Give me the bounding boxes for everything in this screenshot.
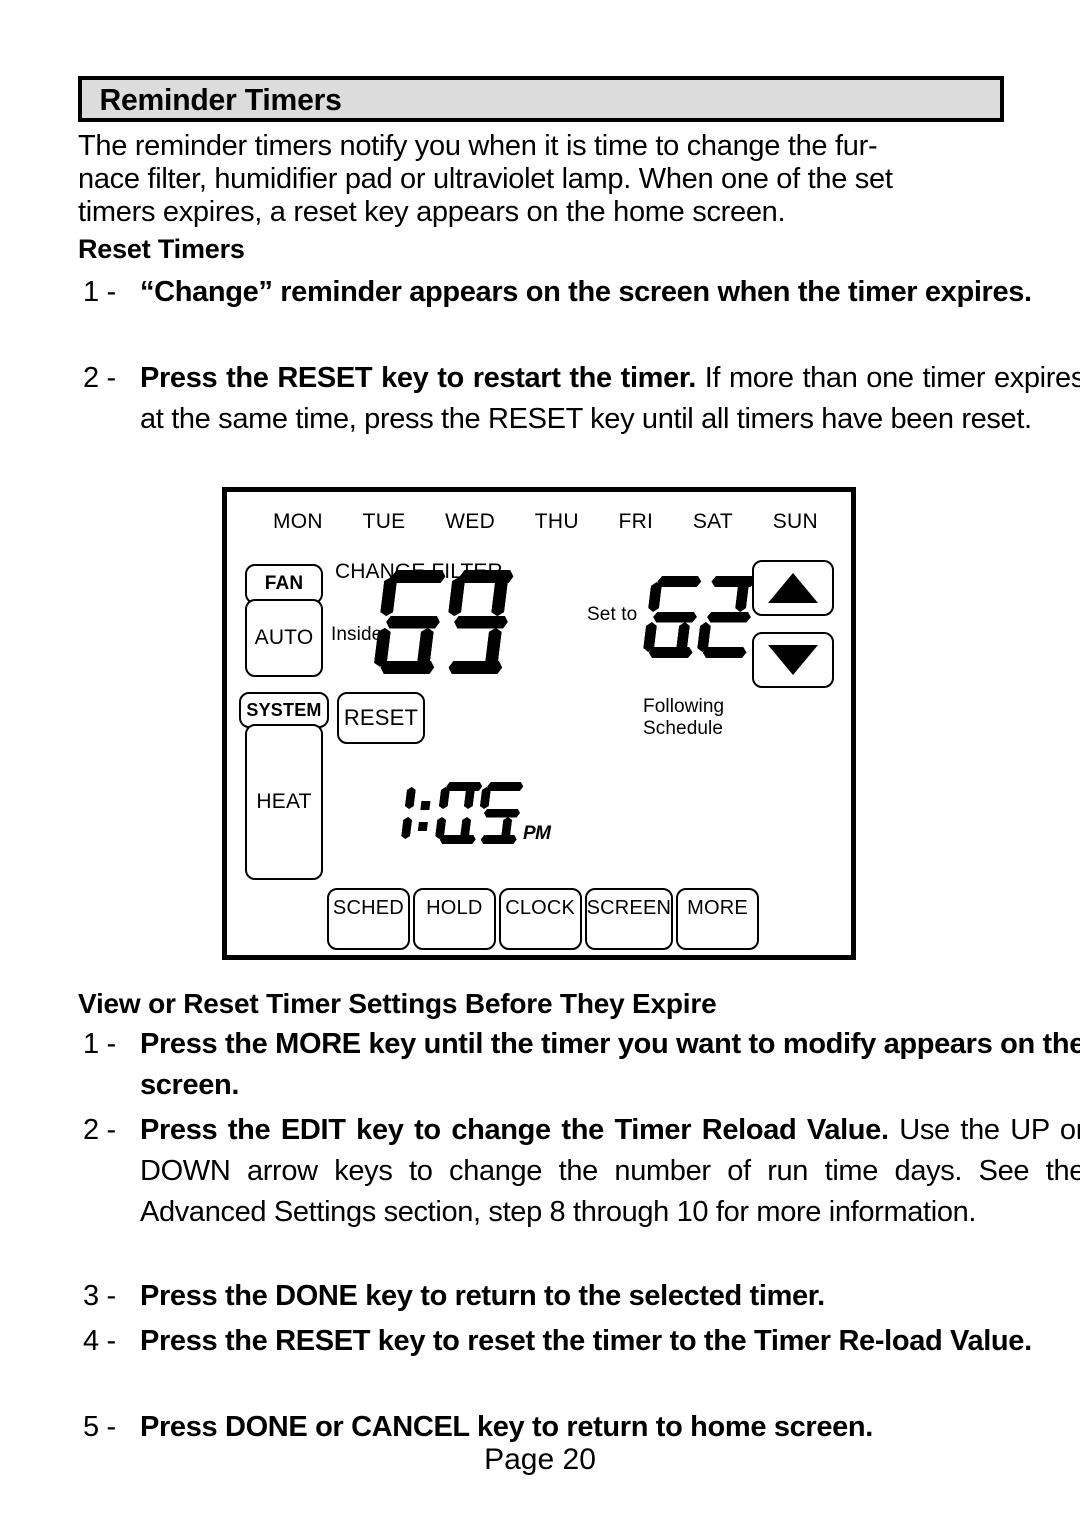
sched-button[interactable]: SCHED	[327, 888, 410, 950]
intro-paragraph: The reminder timers notify you when it i…	[78, 130, 1008, 229]
hold-button[interactable]: HOLD	[412, 888, 496, 950]
intro-line: nace filter, humidifier pad or ultraviol…	[78, 163, 893, 195]
more-button[interactable]: MORE	[676, 888, 759, 950]
list-item: 2 - Press the RESET key to restart the t…	[78, 358, 1080, 440]
list-item-text: Press the RESET key to restart the timer…	[140, 362, 696, 394]
list-item: 1 - Press the MORE key until the timer y…	[78, 1024, 1080, 1106]
list-item-number: 3 -	[83, 1280, 116, 1312]
fan-button[interactable]: FAN	[245, 564, 323, 604]
list-item-text: Press the MORE key until the timer you w…	[140, 1028, 1080, 1101]
list-item-text: Press the RESET key to reset the timer t…	[140, 1325, 1032, 1357]
list-item-number: 2 -	[83, 1114, 116, 1146]
day-label-sat: SAT	[692, 510, 734, 533]
down-arrow-icon	[768, 645, 818, 675]
set-to-label: Set to	[587, 604, 638, 625]
day-label-tue: TUE	[362, 510, 406, 533]
list-item: 1 - “Change” reminder appears on the scr…	[78, 272, 1032, 313]
day-label-mon: MON	[273, 510, 323, 533]
schedule-status-line2: Schedule	[643, 718, 724, 739]
up-arrow-button[interactable]	[752, 560, 834, 616]
day-label-sun: SUN	[772, 510, 818, 533]
up-arrow-icon	[768, 573, 818, 603]
list-item: 2 - Press the EDIT key to change the Tim…	[78, 1110, 1080, 1233]
thermostat-illustration: MON TUE WED THU FRI SAT SUN FAN AUTO SYS…	[222, 487, 856, 960]
subheading-view-reset: View or Reset Timer Settings Before They…	[78, 988, 717, 1019]
list-item-number: 4 -	[83, 1325, 116, 1357]
list-item-text: Press DONE or CANCEL key to return to ho…	[140, 1411, 873, 1443]
system-mode-display: HEAT	[245, 724, 323, 880]
inside-temperature-display	[379, 570, 515, 674]
clock-button[interactable]: CLOCK	[498, 888, 582, 950]
list-item-text: Press the DONE key to return to the sele…	[140, 1280, 825, 1312]
day-of-week-row: MON TUE WED THU FRI SAT SUN	[273, 510, 818, 534]
page-number: Page 20	[484, 1443, 596, 1476]
meridiem-label: PM	[523, 823, 551, 844]
list-item: 5 - Press DONE or CANCEL key to return t…	[78, 1407, 1013, 1448]
setpoint-temperature-display	[647, 576, 755, 658]
day-label-thu: THU	[534, 510, 579, 533]
intro-line: The reminder timers notify you when it i…	[78, 130, 878, 162]
seven-segment-digit	[696, 576, 750, 658]
subheading-reset-timers: Reset Timers	[78, 234, 245, 264]
seven-segment-digit	[373, 570, 442, 674]
bottom-key-row: SCHED HOLD CLOCK SCREEN MORE	[327, 888, 759, 950]
seven-segment-digit	[434, 782, 476, 844]
seven-segment-digit	[441, 570, 510, 674]
inside-label: Inside	[331, 624, 383, 645]
seven-segment-digit	[475, 782, 517, 844]
list-item: 4 - Press the RESET key to reset the tim…	[78, 1321, 1032, 1362]
day-label-fri: FRI	[618, 510, 654, 533]
list-item-number: 5 -	[83, 1411, 116, 1443]
screen-button[interactable]: SCREEN	[584, 888, 674, 950]
list-item-text: “Change” reminder appears on the screen …	[140, 276, 1032, 308]
schedule-status: Following Schedule	[643, 696, 724, 740]
seven-segment-digit	[375, 782, 417, 844]
fan-mode-display: AUTO	[245, 599, 323, 677]
document-page: Reminder Timers The reminder timers noti…	[0, 0, 1080, 1524]
system-button[interactable]: SYSTEM	[239, 692, 329, 728]
section-header: Reminder Timers	[78, 76, 1004, 122]
seven-segment-digit	[642, 576, 696, 658]
list-item-number: 2 -	[83, 362, 116, 394]
list-item-number: 1 -	[83, 1028, 116, 1060]
down-arrow-button[interactable]	[752, 632, 834, 688]
list-item-number: 1 -	[83, 276, 116, 308]
reset-button[interactable]: RESET	[337, 692, 425, 744]
clock-display: PM	[379, 782, 551, 849]
day-label-wed: WED	[445, 510, 496, 533]
intro-line: timers expires, a reset key appears on t…	[78, 196, 786, 228]
page-title: Reminder Timers	[99, 81, 342, 117]
schedule-status-line1: Following	[643, 696, 725, 717]
list-item-text: Press the EDIT key to change the Timer R…	[140, 1114, 889, 1146]
list-item: 3 - Press the DONE key to return to the …	[78, 1276, 1013, 1317]
